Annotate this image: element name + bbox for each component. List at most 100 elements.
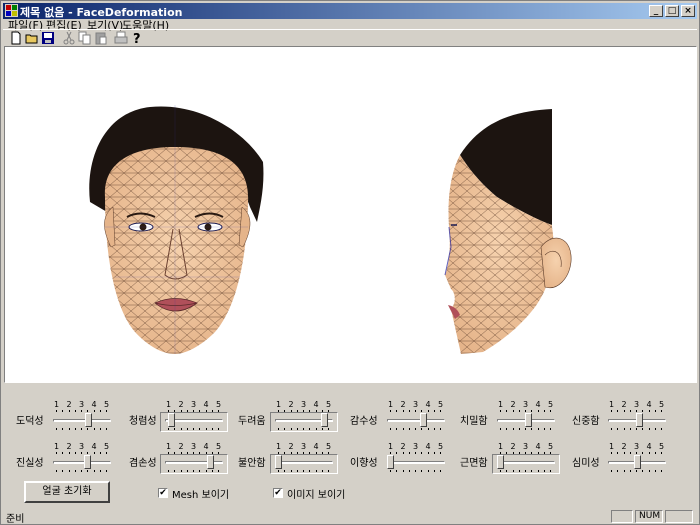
trait-slider[interactable]: 12345	[606, 400, 668, 434]
trait-slider[interactable]: 12345	[273, 400, 335, 434]
slider-scale: 12345	[51, 400, 113, 410]
trait-slider[interactable]: 12345	[163, 442, 225, 476]
tick-label: 2	[621, 442, 627, 451]
tick-label: 2	[66, 442, 72, 451]
slider-thumb[interactable]	[84, 413, 92, 427]
tick-label: 4	[203, 442, 209, 451]
trait-slider[interactable]: 12345	[51, 442, 113, 476]
tick-label: 1	[54, 442, 60, 451]
print-icon[interactable]	[114, 31, 128, 45]
slider-label: 심미성	[572, 458, 600, 469]
slider-thumb[interactable]	[275, 455, 282, 469]
trait-slider[interactable]: 12345	[385, 442, 447, 476]
slider-ticks	[387, 470, 445, 473]
side-face	[444, 109, 572, 354]
tick-label: 4	[646, 442, 652, 451]
tick-label: 2	[621, 400, 627, 409]
tick-label: 5	[659, 400, 665, 409]
mesh-checkbox[interactable]: ✔	[158, 488, 168, 498]
tick-label: 5	[548, 442, 554, 451]
tick-label: 1	[498, 442, 504, 451]
slider-label: 진실성	[16, 458, 44, 469]
close-button[interactable]: ×	[681, 5, 695, 17]
slider-scale: 12345	[385, 400, 447, 410]
trait-slider[interactable]: 12345	[51, 400, 113, 434]
status-num: NUM	[635, 510, 663, 523]
new-icon[interactable]	[9, 31, 23, 45]
tick-label: 3	[301, 442, 307, 451]
slider-thumb[interactable]	[497, 455, 504, 469]
trait-slider[interactable]: 12345	[606, 442, 668, 476]
tick-label: 3	[634, 400, 640, 409]
slider-thumb[interactable]	[633, 455, 641, 469]
tick-label: 2	[288, 400, 294, 409]
slider-ticks	[53, 470, 111, 473]
front-face	[89, 105, 264, 354]
face-canvas[interactable]	[4, 46, 697, 383]
slider-ticks	[387, 452, 445, 455]
trait-slider[interactable]: 12345	[385, 400, 447, 434]
slider-ticks	[608, 470, 666, 473]
help-icon[interactable]: ?	[130, 31, 144, 45]
tick-label: 5	[326, 442, 332, 451]
tick-label: 1	[276, 400, 282, 409]
tick-label: 3	[413, 400, 419, 409]
tick-label: 4	[425, 400, 431, 409]
tick-label: 2	[510, 400, 516, 409]
slider-scale: 12345	[606, 442, 668, 452]
open-icon[interactable]	[25, 31, 39, 45]
cut-icon[interactable]	[62, 31, 76, 45]
tick-label: 5	[659, 442, 665, 451]
slider-thumb[interactable]	[207, 455, 215, 469]
trait-slider[interactable]: 12345	[163, 400, 225, 434]
control-panel: 도덕성 1 2 3 4 5 청렴성 1 2 3 4 5 두려움 1 2 3 4 5 감수성 1 2 3 4 5 치밀함 1 2 3 4 5…	[3, 384, 697, 508]
status-cell-empty	[611, 510, 633, 523]
tick-label: 1	[388, 400, 394, 409]
tick-label: 5	[216, 442, 222, 451]
svg-text:?: ?	[133, 32, 141, 45]
slider-ticks	[165, 470, 223, 473]
minimize-button[interactable]: _	[649, 5, 663, 17]
slider-track	[387, 461, 445, 464]
app-window: 제목 없음 - FaceDeformation _ □ × 파일(F) 편집(E…	[0, 0, 700, 525]
slider-thumb[interactable]	[420, 413, 428, 427]
paste-icon[interactable]	[94, 31, 108, 45]
copy-icon[interactable]	[78, 31, 92, 45]
image-checkbox[interactable]: ✔	[273, 488, 283, 498]
trait-slider[interactable]: 12345	[495, 442, 557, 476]
tick-label: 1	[166, 442, 172, 451]
slider-label: 불안함	[238, 458, 266, 469]
slider-track	[53, 461, 111, 464]
tick-label: 4	[425, 442, 431, 451]
status-cell-scroll	[665, 510, 693, 523]
tick-label: 4	[313, 442, 319, 451]
slider-thumb[interactable]	[525, 413, 533, 427]
save-icon[interactable]	[41, 31, 55, 45]
tick-label: 3	[191, 400, 197, 409]
trait-slider[interactable]: 12345	[273, 442, 335, 476]
slider-label: 도덕성	[16, 416, 44, 427]
tick-label: 3	[634, 442, 640, 451]
tick-label: 2	[178, 442, 184, 451]
reset-face-button[interactable]: 얼굴 초기화	[24, 481, 110, 503]
tick-label: 3	[523, 442, 529, 451]
tick-label: 5	[326, 400, 332, 409]
tick-label: 2	[510, 442, 516, 451]
tick-label: 2	[178, 400, 184, 409]
slider-scale: 12345	[273, 400, 335, 410]
slider-ticks	[387, 410, 445, 413]
trait-slider[interactable]: 12345	[495, 400, 557, 434]
toolbar: ?	[3, 29, 697, 46]
slider-thumb[interactable]	[83, 455, 91, 469]
slider-thumb[interactable]	[320, 413, 328, 427]
slider-ticks	[497, 452, 555, 455]
slider-thumb[interactable]	[167, 413, 175, 427]
slider-scale: 12345	[606, 400, 668, 410]
slider-track	[275, 461, 333, 464]
tick-label: 1	[166, 400, 172, 409]
maximize-button[interactable]: □	[665, 5, 679, 17]
slider-track	[497, 461, 555, 464]
slider-thumb[interactable]	[387, 455, 394, 469]
slider-ticks	[608, 428, 666, 431]
slider-thumb[interactable]	[636, 413, 644, 427]
